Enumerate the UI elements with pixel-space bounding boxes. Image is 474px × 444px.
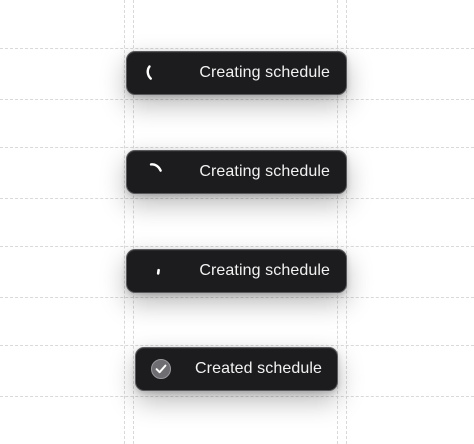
- guide-line-horizontal: [0, 297, 474, 298]
- guide-line-vertical: [124, 0, 125, 444]
- guide-line-horizontal: [0, 99, 474, 100]
- guide-line-horizontal: [0, 345, 474, 346]
- check-circle-icon: [151, 359, 171, 379]
- guide-line-horizontal: [0, 198, 474, 199]
- guide-line-horizontal: [0, 48, 474, 49]
- toast-label: Creating schedule: [199, 64, 330, 81]
- guide-line-horizontal: [0, 246, 474, 247]
- toast-creating-schedule: Creating schedule: [126, 150, 347, 194]
- toast-label: Creating schedule: [199, 262, 330, 279]
- spinner-icon: [146, 65, 152, 80]
- guide-line-horizontal: [0, 396, 474, 397]
- spinner-icon: [149, 163, 162, 172]
- spinner-icon: [156, 268, 160, 275]
- guide-line-horizontal: [0, 147, 474, 148]
- canvas: Creating schedule Creating schedule Crea…: [0, 0, 474, 444]
- toast-label: Creating schedule: [199, 163, 330, 180]
- toast-creating-schedule: Creating schedule: [126, 249, 347, 293]
- toast-label: Created schedule: [194, 360, 322, 377]
- toast-created-schedule: Created schedule: [135, 347, 338, 391]
- toast-creating-schedule: Creating schedule: [126, 51, 347, 95]
